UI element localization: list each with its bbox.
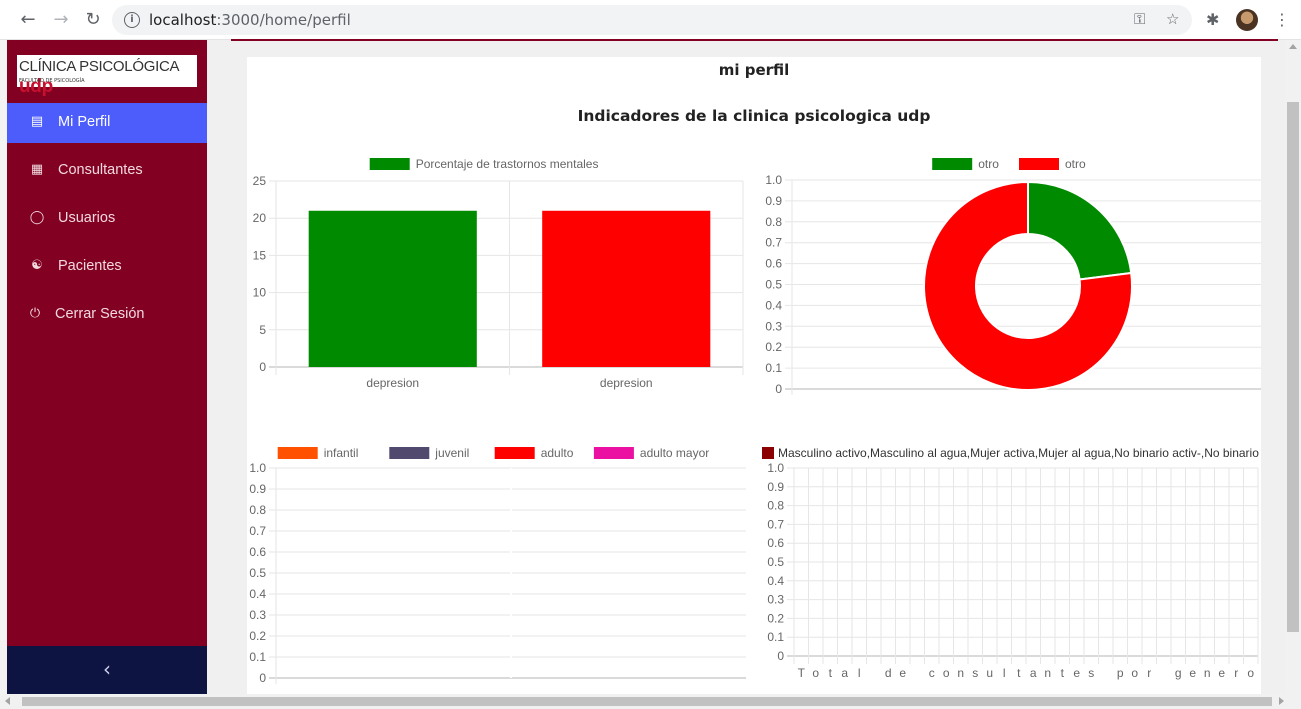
y-axis-tick-label: 0.5 bbox=[765, 278, 782, 292]
y-axis-tick-label: 25 bbox=[253, 174, 267, 188]
x-tick-label: d bbox=[885, 666, 892, 680]
y-axis-tick-label: 0.8 bbox=[249, 503, 266, 517]
legend-swatch bbox=[494, 447, 535, 459]
y-axis-tick-label: 0.4 bbox=[765, 298, 782, 312]
x-tick-label: a bbox=[841, 666, 848, 680]
legend-swatch bbox=[369, 158, 410, 170]
y-axis-tick-label: 0 bbox=[259, 671, 266, 685]
y-axis-tick-label: 5 bbox=[259, 323, 266, 337]
legend-swatch bbox=[593, 447, 634, 459]
y-axis-tick-label: 10 bbox=[253, 286, 267, 300]
x-tick-label: p bbox=[1117, 666, 1124, 680]
legend-label: Masculino activo,Masculino al agua,Mujer… bbox=[778, 446, 1259, 460]
legend-label: juvenil bbox=[434, 446, 469, 460]
y-axis-tick-label: 0 bbox=[259, 360, 266, 374]
y-axis-tick-label: 0.7 bbox=[249, 524, 266, 538]
x-tick-label: o bbox=[1247, 666, 1254, 680]
x-tick-label: T bbox=[798, 666, 806, 680]
y-axis-tick-label: 0.7 bbox=[767, 517, 784, 531]
y-axis-tick-label: 15 bbox=[253, 248, 267, 262]
x-tick-label: l bbox=[858, 666, 861, 680]
y-axis-tick-label: 0 bbox=[777, 649, 784, 663]
x-tick-label: s bbox=[1088, 666, 1094, 680]
x-tick-label: e bbox=[899, 666, 906, 680]
y-axis-tick-label: 0.3 bbox=[249, 608, 266, 622]
y-axis-tick-label: 0.5 bbox=[767, 555, 784, 569]
y-axis-tick-label: 0.1 bbox=[765, 361, 782, 375]
charts-layer: Porcentaje de trastornos mentales 0 5 10 15 2… bbox=[249, 157, 1261, 685]
scrollbar-thumb[interactable] bbox=[22, 697, 1272, 706]
legend-label: Porcentaje de trastornos mentales bbox=[416, 157, 599, 171]
legend-swatch bbox=[277, 447, 318, 459]
x-tick-label: n bbox=[957, 666, 964, 680]
y-axis-tick-label: 0.9 bbox=[249, 482, 266, 496]
legend-swatch bbox=[389, 447, 430, 459]
scrollbar-thumb[interactable] bbox=[1287, 102, 1299, 632]
x-tick-label: o bbox=[812, 666, 819, 680]
x-tick-label: e bbox=[1218, 666, 1225, 680]
y-axis-tick-label: 0.3 bbox=[767, 593, 784, 607]
bar bbox=[308, 210, 477, 367]
y-axis-tick-label: 0 bbox=[775, 382, 782, 396]
x-tick-label: o bbox=[1131, 666, 1138, 680]
x-tick-label: r bbox=[1147, 666, 1151, 680]
x-tick-label: t bbox=[829, 666, 833, 680]
x-tick-label: o bbox=[943, 666, 950, 680]
bar bbox=[542, 210, 711, 367]
doughnut-slice bbox=[1027, 180, 1133, 281]
y-axis-tick-label: 0.2 bbox=[249, 629, 266, 643]
x-tick-label: n bbox=[1204, 666, 1211, 680]
y-axis-tick-label: 0.4 bbox=[249, 587, 266, 601]
y-axis-tick-label: 0.8 bbox=[765, 215, 782, 229]
y-axis-tick-label: 0.3 bbox=[765, 319, 782, 333]
x-tick-label: r bbox=[1234, 666, 1238, 680]
y-axis-tick-label: 0.6 bbox=[249, 545, 266, 559]
legend-label: otro bbox=[978, 157, 999, 171]
y-axis-tick-label: 0.4 bbox=[767, 574, 784, 588]
y-axis-tick-label: 1.0 bbox=[765, 173, 782, 187]
legend-swatch bbox=[932, 158, 973, 170]
y-axis-tick-label: 0.6 bbox=[765, 257, 782, 271]
y-axis-tick-label: 0.1 bbox=[767, 630, 784, 644]
x-tick-label: t bbox=[1017, 666, 1021, 680]
legend-label: otro bbox=[1065, 157, 1086, 171]
x-tick-label: c bbox=[929, 666, 935, 680]
y-axis-tick-label: 0.7 bbox=[765, 236, 782, 250]
legend-label: infantil bbox=[324, 446, 359, 460]
x-tick-label: e bbox=[1073, 666, 1080, 680]
y-axis-tick-label: 20 bbox=[253, 211, 267, 225]
y-axis-tick-label: 0.1 bbox=[249, 650, 266, 664]
y-axis-tick-label: 1.0 bbox=[249, 461, 266, 475]
y-axis-tick-label: 0.5 bbox=[249, 566, 266, 580]
x-tick-label: a bbox=[1030, 666, 1037, 680]
legend-swatch bbox=[762, 447, 774, 459]
y-axis-tick-label: 1.0 bbox=[767, 461, 784, 475]
legend-swatch bbox=[1019, 158, 1059, 170]
y-axis-tick-label: 0.2 bbox=[767, 611, 784, 625]
y-axis-tick-label: 0.9 bbox=[765, 194, 782, 208]
y-axis-tick-label: 0.9 bbox=[767, 480, 784, 494]
x-tick-label: u bbox=[986, 666, 993, 680]
x-tick-label: t bbox=[1061, 666, 1065, 680]
x-tick-label: g bbox=[1175, 666, 1182, 680]
legend-label: adulto bbox=[541, 446, 574, 460]
x-tick-label: s bbox=[972, 666, 978, 680]
x-tick-label: depresion bbox=[366, 376, 419, 390]
x-tick-label: e bbox=[1189, 666, 1196, 680]
x-tick-label: l bbox=[1003, 666, 1006, 680]
y-axis-tick-label: 0.2 bbox=[765, 340, 782, 354]
legend-label: adulto mayor bbox=[640, 446, 709, 460]
x-tick-label: depresion bbox=[600, 376, 653, 390]
y-axis-tick-label: 0.8 bbox=[767, 499, 784, 513]
x-tick-label: n bbox=[1044, 666, 1051, 680]
horizontal-scrollbar[interactable] bbox=[0, 694, 1301, 709]
y-axis-tick-label: 0.6 bbox=[767, 536, 784, 550]
vertical-scrollbar[interactable] bbox=[1285, 40, 1301, 694]
